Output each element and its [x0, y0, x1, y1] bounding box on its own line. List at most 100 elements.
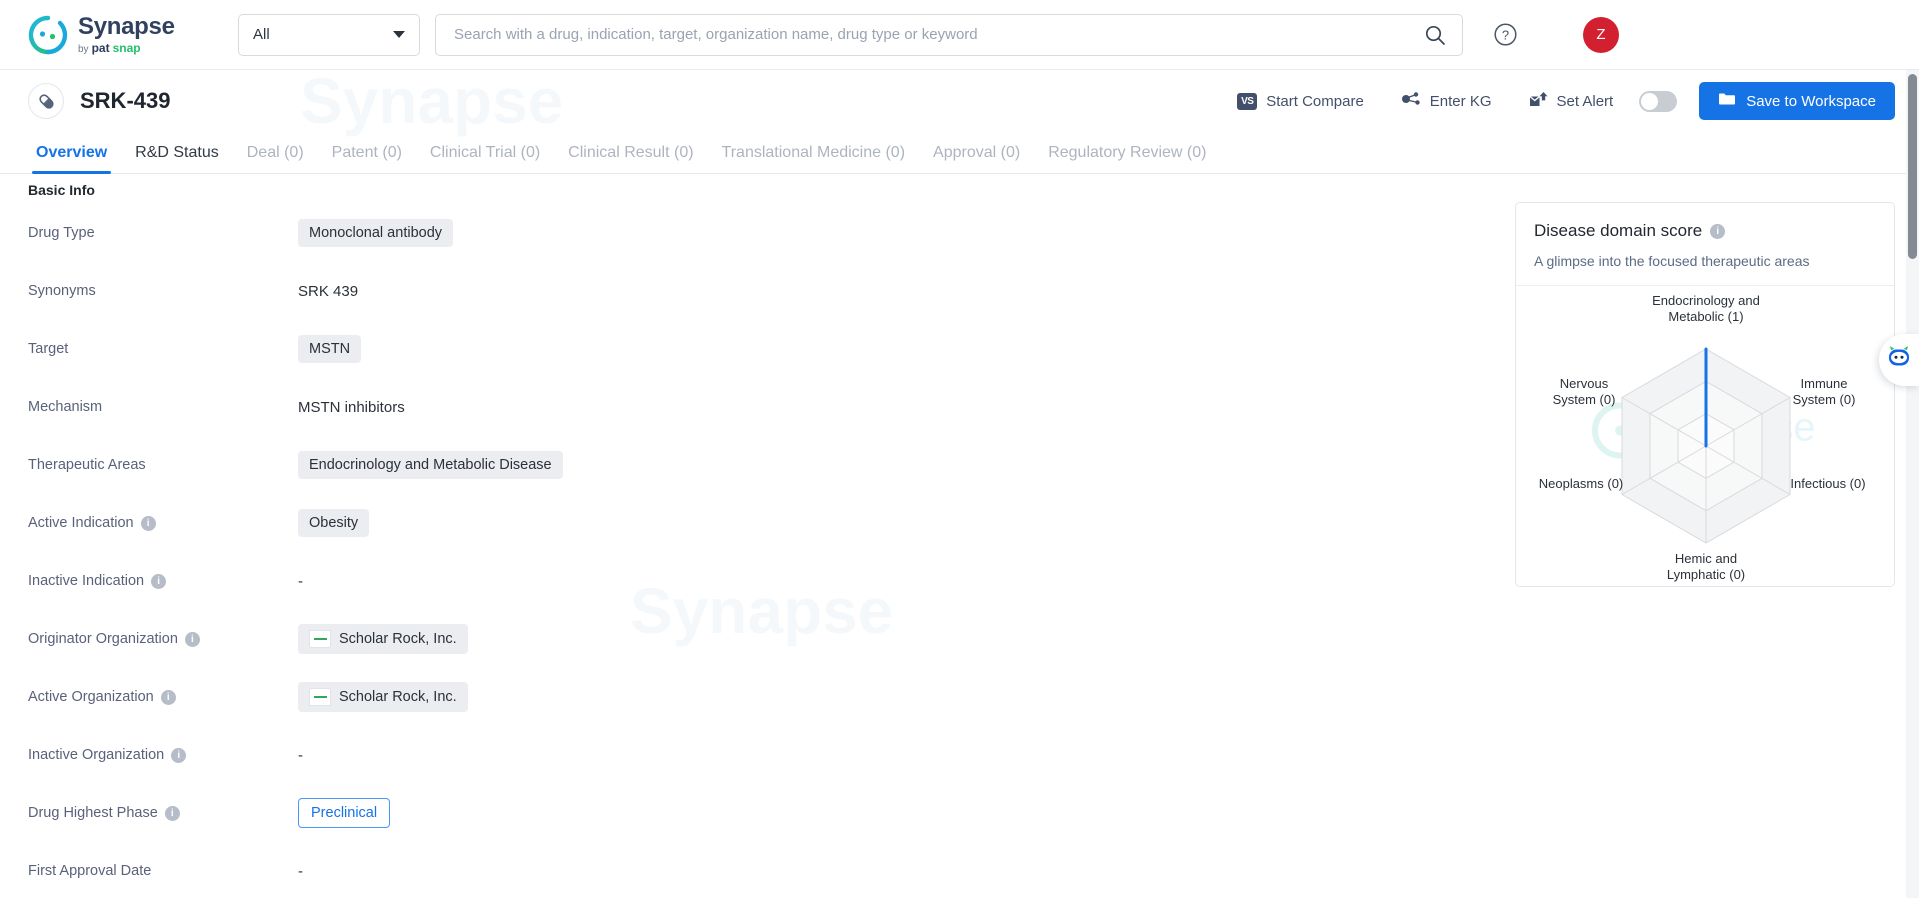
card-title-label: Disease domain score: [1534, 221, 1703, 240]
row-inactive-indication: Inactive Indication i -: [0, 552, 1499, 610]
search-input[interactable]: [454, 26, 1424, 43]
organization-logo-icon: [309, 630, 331, 648]
search-category-value: All: [253, 26, 270, 43]
row-label-first-approval-date: First Approval Date: [28, 863, 298, 879]
row-active-indication: Active Indication i Obesity: [0, 494, 1499, 552]
value-chip[interactable]: Endocrinology and Metabolic Disease: [298, 451, 563, 479]
row-first-approval-date: First Approval Date -: [0, 842, 1499, 898]
info-icon[interactable]: i: [171, 747, 187, 763]
search-icon[interactable]: [1424, 24, 1446, 46]
tab-clinical-trial-0[interactable]: Clinical Trial (0): [416, 144, 554, 173]
row-value-first-approval-date: -: [298, 863, 303, 880]
tab-translational-medicine-0[interactable]: Translational Medicine (0): [708, 144, 919, 173]
row-label-target: Target: [28, 341, 298, 357]
disease-domain-score-card: Disease domain score i A glimpse into th…: [1515, 202, 1895, 587]
global-search-bar[interactable]: [435, 13, 1463, 56]
alert-envelope-icon: [1528, 90, 1548, 112]
card-header: Disease domain score i A glimpse into th…: [1516, 203, 1894, 286]
label-text: Drug Type: [28, 225, 95, 241]
info-icon[interactable]: i: [164, 805, 180, 821]
label-text: Synonyms: [28, 283, 96, 299]
label-text: Originator Organization: [28, 631, 178, 647]
save-to-workspace-label: Save to Workspace: [1746, 92, 1876, 110]
row-drug-highest-phase: Drug Highest Phase i Preclinical: [0, 784, 1499, 842]
enter-kg-button[interactable]: Enter KG: [1382, 90, 1510, 112]
svg-text:?: ?: [1502, 28, 1509, 43]
info-icon[interactable]: i: [184, 631, 200, 647]
value-text: MSTN inhibitors: [298, 398, 405, 416]
brand-logo[interactable]: Synapse by pat snap: [28, 14, 208, 55]
page-content: Synapse Basic Info Drug TypeMonoclonal a…: [0, 174, 1919, 898]
page-title: SRK-439: [80, 88, 171, 113]
title-actions: VS Start Compare Enter KG Set Alert Save…: [1219, 82, 1895, 120]
row-value-active-indication: Obesity: [298, 509, 370, 537]
radar-svg: [1621, 347, 1791, 544]
synapse-logo-icon: [28, 15, 68, 55]
tab-deal-0[interactable]: Deal (0): [233, 144, 318, 173]
row-value-mechanism: MSTN inhibitors: [298, 399, 405, 416]
row-label-drug-highest-phase: Drug Highest Phase i: [28, 805, 298, 821]
info-icon[interactable]: i: [151, 573, 167, 589]
row-value-active-organization: Scholar Rock, Inc.: [298, 682, 468, 712]
tab-overview[interactable]: Overview: [22, 144, 121, 174]
user-avatar[interactable]: Z: [1583, 16, 1619, 53]
label-text: Mechanism: [28, 399, 103, 415]
grid-apps-icon[interactable]: [1540, 24, 1561, 45]
row-label-inactive-indication: Inactive Indication i: [28, 573, 298, 589]
row-therapeutic-areas: Therapeutic Areas Endocrinology and Metab…: [0, 436, 1499, 494]
org-chip[interactable]: Scholar Rock, Inc.: [298, 682, 468, 712]
label-text: First Approval Date: [28, 863, 152, 879]
top-header: Synapse by pat snap All ?: [0, 0, 1919, 70]
label-text: Therapeutic Areas: [28, 457, 146, 473]
set-alert-button[interactable]: Set Alert: [1510, 90, 1632, 112]
chevron-down-icon: [393, 31, 405, 38]
page-scrollbar-thumb[interactable]: [1908, 74, 1917, 259]
radar-chart: Synapse by patsnap Endocrinology and Met…: [1516, 286, 1894, 586]
chip-label: Scholar Rock, Inc.: [339, 631, 457, 647]
start-compare-button[interactable]: VS Start Compare: [1219, 92, 1382, 110]
row-label-drug-type: Drug Type: [28, 225, 298, 241]
row-value-therapeutic-areas: Endocrinology and Metabolic Disease: [298, 451, 563, 479]
org-chip[interactable]: Scholar Rock, Inc.: [298, 624, 468, 654]
value-text: -: [298, 862, 303, 880]
value-chip[interactable]: Preclinical: [298, 798, 391, 828]
info-icon[interactable]: i: [140, 515, 156, 531]
value-chip[interactable]: MSTN: [298, 335, 362, 363]
tab-patent-0[interactable]: Patent (0): [318, 144, 416, 173]
row-value-inactive-organization: -: [298, 747, 303, 764]
value-text: -: [298, 746, 303, 764]
set-alert-label: Set Alert: [1556, 92, 1614, 110]
capsule-pill-icon: [28, 83, 64, 119]
row-label-active-organization: Active Organization i: [28, 689, 298, 705]
save-to-workspace-button[interactable]: Save to Workspace: [1699, 82, 1895, 120]
info-icon[interactable]: i: [1710, 223, 1726, 239]
tab-clinical-result-0[interactable]: Clinical Result (0): [554, 144, 707, 173]
row-value-target: MSTN: [298, 335, 362, 363]
label-text: Drug Highest Phase: [28, 805, 158, 821]
value-chip[interactable]: Monoclonal antibody: [298, 219, 454, 247]
label-text: Active Indication: [28, 515, 134, 531]
value-chip[interactable]: Obesity: [298, 509, 370, 537]
row-target: Target MSTN: [0, 320, 1499, 378]
basic-info-rows: Drug Type Monoclonal antibody Synonyms SRK …: [0, 204, 1499, 898]
set-alert-toggle[interactable]: [1639, 90, 1678, 112]
tab-approval-0[interactable]: Approval (0): [919, 144, 1034, 173]
tab-regulatory-review-0[interactable]: Regulatory Review (0): [1034, 144, 1220, 173]
tab-r-d-status[interactable]: R&D Status: [121, 144, 233, 173]
row-value-drug-type: Monoclonal antibody: [298, 219, 454, 247]
row-label-inactive-organization: Inactive Organization i: [28, 747, 298, 763]
row-label-therapeutic-areas: Therapeutic Areas: [28, 457, 298, 473]
row-mechanism: Mechanism MSTN inhibitors: [0, 378, 1499, 436]
help-circle-icon[interactable]: ?: [1493, 22, 1518, 47]
row-active-organization: Active Organization i Scholar Rock, Inc.: [0, 668, 1499, 726]
brand-by: by: [78, 43, 89, 55]
info-icon[interactable]: i: [160, 689, 176, 705]
knowledge-graph-icon: [1400, 90, 1421, 112]
row-value-synonyms: SRK 439: [298, 283, 358, 300]
row-inactive-organization: Inactive Organization i -: [0, 726, 1499, 784]
search-category-select[interactable]: All: [238, 13, 420, 56]
robot-assistant-icon: [1885, 345, 1913, 376]
row-value-drug-highest-phase: Preclinical: [298, 798, 391, 828]
brand-pat: pat: [91, 40, 110, 55]
entity-tabs: Overview R&D Status Deal (0) Patent (0) Clin…: [0, 132, 1919, 174]
